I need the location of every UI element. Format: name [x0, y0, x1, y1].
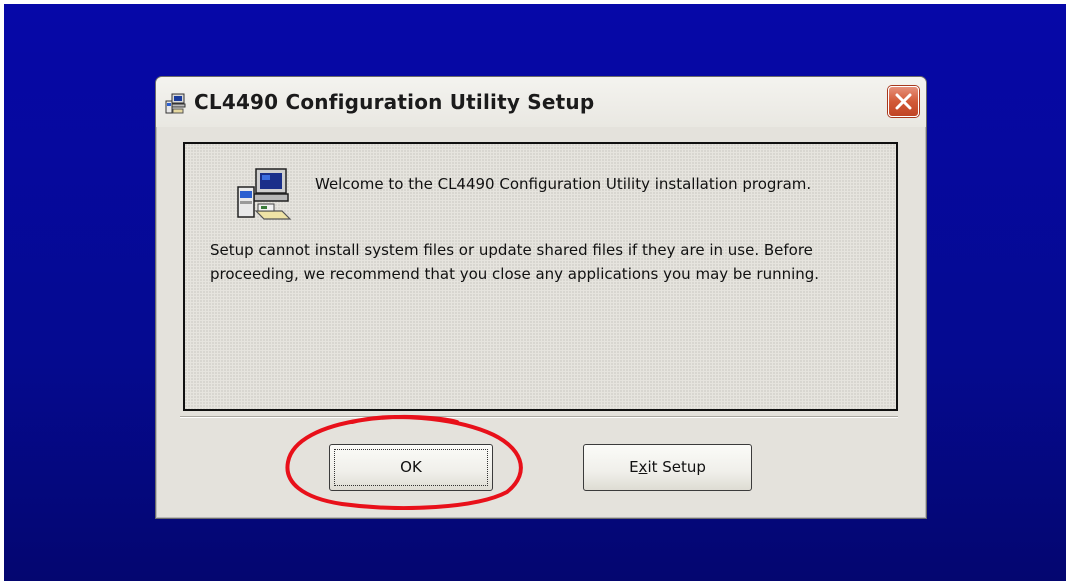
close-button[interactable] [888, 86, 919, 117]
welcome-panel: Welcome to the CL4490 Configuration Util… [183, 142, 898, 411]
focus-ring [334, 449, 488, 486]
setup-computer-icon [234, 167, 296, 225]
setup-instructions: Setup cannot install system files or upd… [210, 241, 820, 283]
close-icon [895, 93, 912, 110]
setup-app-icon [165, 93, 187, 115]
setup-dialog: CL4490 Configuration Utility Setup Welco… [155, 76, 927, 519]
title-bar[interactable]: CL4490 Configuration Utility Setup [156, 77, 926, 127]
dialog-title: CL4490 Configuration Utility Setup [194, 90, 595, 114]
exit-setup-label-suffix: it Setup [647, 458, 706, 476]
exit-setup-button[interactable]: Exit Setup [583, 444, 752, 491]
exit-setup-label-prefix: E [629, 458, 639, 476]
ok-button[interactable]: OK [329, 444, 493, 491]
separator-line [180, 416, 898, 418]
welcome-message: Welcome to the CL4490 Configuration Util… [315, 175, 812, 193]
